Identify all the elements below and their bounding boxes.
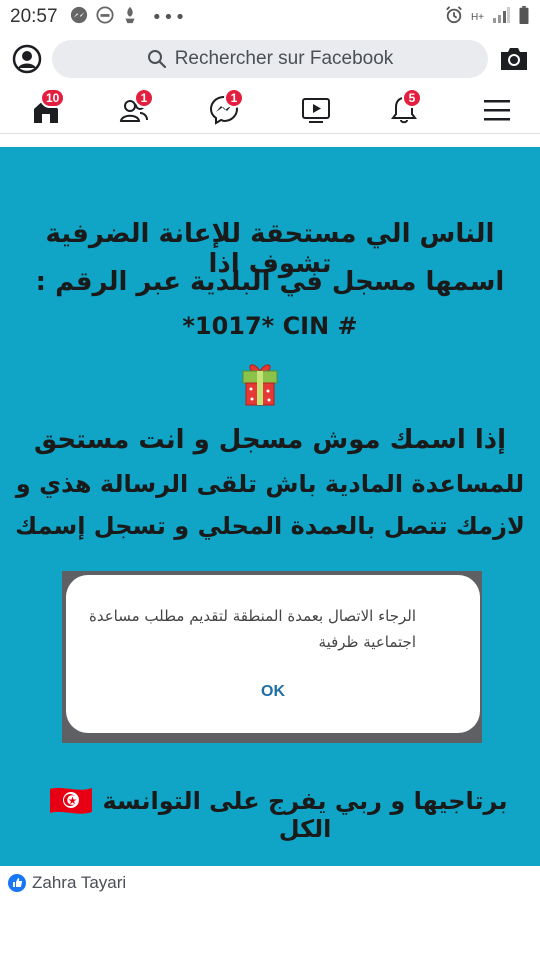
post-text-line-4: إذا اسمك موش مسجل و انت مستحق [33,425,507,455]
post-text-line-6: لازمك تتصل بالعمدة المحلي و تسجل إسمك [15,512,525,540]
tab-friends[interactable]: 1 [118,88,154,126]
reactor-name: Zahra Tayari [32,873,127,892]
battery-icon [518,6,530,28]
friends-badge: 1 [134,88,154,108]
status-bar: 20:57 ••• H+ [0,0,540,34]
tab-watch[interactable] [298,92,334,126]
nav-bar: 10 1 1 5 [0,86,540,134]
hamburger-menu-icon [484,100,510,121]
video-icon [302,98,330,123]
tab-notifications[interactable]: 5 [388,88,424,126]
camera-button[interactable] [498,44,530,74]
gift-icon [240,359,280,407]
dialog-message: الرجاء الاتصال بعمدة المنطقة لتقديم مطلب… [89,607,416,651]
home-badge: 10 [40,88,66,108]
post-text-line-2: اسمها مسجل في البلدية عبر الرقم : [35,267,505,297]
alarm-icon [445,6,463,28]
signal-icon [492,7,510,27]
like-reaction-icon [8,874,26,892]
profile-avatar-button[interactable] [12,44,42,74]
dialog-screenshot: الرجاء الاتصال بعمدة المنطقة لتقديم مطلب… [66,575,480,733]
messenger-icon [70,6,88,28]
search-placeholder: Rechercher sur Facebook [174,48,394,69]
tunisia-flag-icon [48,785,94,815]
tab-home[interactable]: 10 [28,88,66,126]
search-row: Rechercher sur Facebook [0,38,540,82]
network-type: H+ [470,11,484,23]
reactions-summary[interactable]: Zahra Tayari [8,872,126,894]
user-circle-icon [12,44,42,74]
dialog-ok-label: OK [261,683,285,700]
search-input[interactable]: Rechercher sur Facebook [52,40,488,78]
app-notification-icon [95,6,114,28]
post-image[interactable]: الناس الي مستحقة للإعانة الضرفية تشوف اذ… [0,147,540,866]
post-text-line-5: للمساعدة المادية باش تلقى الرسالة هذي و [15,470,525,498]
tab-messenger[interactable]: 1 [208,88,244,126]
messenger-badge: 1 [224,88,244,108]
camera-icon [501,48,527,70]
more-notifications-icon: ••• [151,6,187,28]
app-notification-icon-2 [122,6,138,28]
tab-menu[interactable] [480,92,516,126]
post-footer-text: برتاجيها و ربي يفرج على التوانسة الكل [102,787,508,843]
post-text-line-3: *1017* CIN # [182,312,358,340]
notifications-badge: 5 [402,88,422,108]
clock: 20:57 [10,6,58,27]
search-icon [147,50,166,69]
